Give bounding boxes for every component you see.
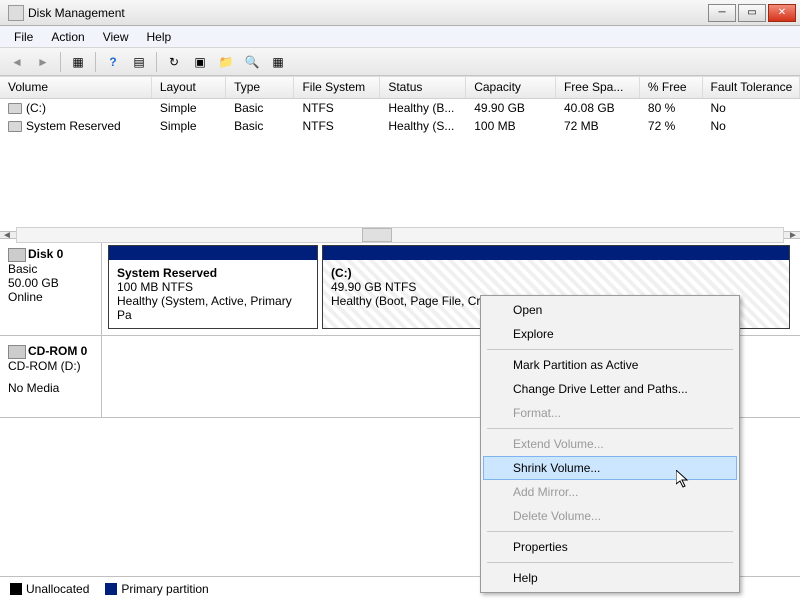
partition-system-reserved[interactable]: System Reserved 100 MB NTFS Healthy (Sys… — [108, 245, 318, 329]
drive-icon — [8, 121, 22, 132]
menu-item-add-mirror: Add Mirror... — [483, 480, 737, 504]
volume-list: Volume Layout Type File System Status Ca… — [0, 76, 800, 231]
menu-item-extend-volume: Extend Volume... — [483, 432, 737, 456]
toolbar-icon-1[interactable]: ▦ — [67, 51, 89, 73]
col-volume[interactable]: Volume — [0, 77, 152, 98]
menu-item-explore[interactable]: Explore — [483, 322, 737, 346]
partition-title: (C:) — [331, 266, 781, 280]
menu-item-delete-volume: Delete Volume... — [483, 504, 737, 528]
partition-size: 100 MB NTFS — [117, 280, 309, 294]
back-button: ◄ — [6, 51, 28, 73]
close-button[interactable]: ✕ — [768, 4, 796, 22]
toolbar-icon-3[interactable]: ▣ — [189, 51, 211, 73]
col-filesystem[interactable]: File System — [294, 77, 380, 98]
refresh-icon[interactable]: ↻ — [163, 51, 185, 73]
col-type[interactable]: Type — [226, 77, 294, 98]
menu-file[interactable]: File — [6, 28, 41, 46]
menu-action[interactable]: Action — [43, 28, 92, 46]
col-status[interactable]: Status — [380, 77, 466, 98]
disk-icon — [8, 248, 26, 262]
partition-size: 49.90 GB NTFS — [331, 280, 781, 294]
disk-status: Online — [8, 290, 93, 304]
volume-row[interactable]: System Reserved Simple Basic NTFS Health… — [0, 117, 800, 135]
maximize-button[interactable]: ▭ — [738, 4, 766, 22]
toolbar-icon-2[interactable]: ▤ — [128, 51, 150, 73]
toolbar: ◄ ► ▦ ? ▤ ↻ ▣ 📁 🔍 ▦ — [0, 48, 800, 76]
disk-name: Disk 0 — [28, 247, 63, 261]
col-capacity[interactable]: Capacity — [466, 77, 556, 98]
drive-icon — [8, 103, 22, 114]
col-free[interactable]: Free Spa... — [556, 77, 640, 98]
menu-bar: File Action View Help — [0, 26, 800, 48]
menu-help[interactable]: Help — [139, 28, 180, 46]
menu-view[interactable]: View — [95, 28, 137, 46]
menu-item-mark-partition-as-active[interactable]: Mark Partition as Active — [483, 353, 737, 377]
splitter[interactable]: ◄► — [0, 231, 800, 239]
window-title: Disk Management — [4, 5, 708, 21]
col-fault[interactable]: Fault Tolerance — [703, 77, 800, 98]
disk-info[interactable]: CD-ROM 0 CD-ROM (D:) No Media — [0, 336, 102, 417]
volume-list-header: Volume Layout Type File System Status Ca… — [0, 77, 800, 99]
disk-size: 50.00 GB — [8, 276, 93, 290]
title-bar: Disk Management ─ ▭ ✕ — [0, 0, 800, 26]
partition-status: Healthy (System, Active, Primary Pa — [117, 294, 309, 322]
disk-status: No Media — [8, 381, 93, 395]
legend-label: Primary partition — [121, 582, 208, 596]
menu-item-properties[interactable]: Properties — [483, 535, 737, 559]
toolbar-icon-5[interactable]: 🔍 — [241, 51, 263, 73]
volume-name: System Reserved — [26, 119, 121, 133]
cdrom-icon — [8, 345, 26, 359]
window-title-text: Disk Management — [28, 6, 125, 20]
menu-item-format: Format... — [483, 401, 737, 425]
forward-button: ► — [32, 51, 54, 73]
partition-title: System Reserved — [117, 266, 309, 280]
legend-label: Unallocated — [26, 582, 89, 596]
volume-name: (C:) — [26, 101, 46, 115]
help-icon[interactable]: ? — [102, 51, 124, 73]
disk-name: CD-ROM 0 — [28, 344, 87, 358]
toolbar-icon-4[interactable]: 📁 — [215, 51, 237, 73]
menu-item-help[interactable]: Help — [483, 566, 737, 590]
col-pct[interactable]: % Free — [640, 77, 703, 98]
volume-row[interactable]: (C:) Simple Basic NTFS Healthy (B... 49.… — [0, 99, 800, 117]
swatch-unallocated — [10, 583, 22, 595]
menu-item-shrink-volume[interactable]: Shrink Volume... — [483, 456, 737, 480]
disk-info[interactable]: Disk 0 Basic 50.00 GB Online — [0, 239, 102, 335]
app-icon — [8, 5, 24, 21]
context-menu: OpenExplore Mark Partition as ActiveChang… — [480, 295, 740, 593]
swatch-primary — [105, 583, 117, 595]
disk-type: Basic — [8, 262, 93, 276]
menu-item-open[interactable]: Open — [483, 298, 737, 322]
toolbar-icon-6[interactable]: ▦ — [267, 51, 289, 73]
minimize-button[interactable]: ─ — [708, 4, 736, 22]
col-layout[interactable]: Layout — [152, 77, 226, 98]
menu-item-change-drive-letter-and-paths[interactable]: Change Drive Letter and Paths... — [483, 377, 737, 401]
disk-type: CD-ROM (D:) — [8, 359, 93, 373]
